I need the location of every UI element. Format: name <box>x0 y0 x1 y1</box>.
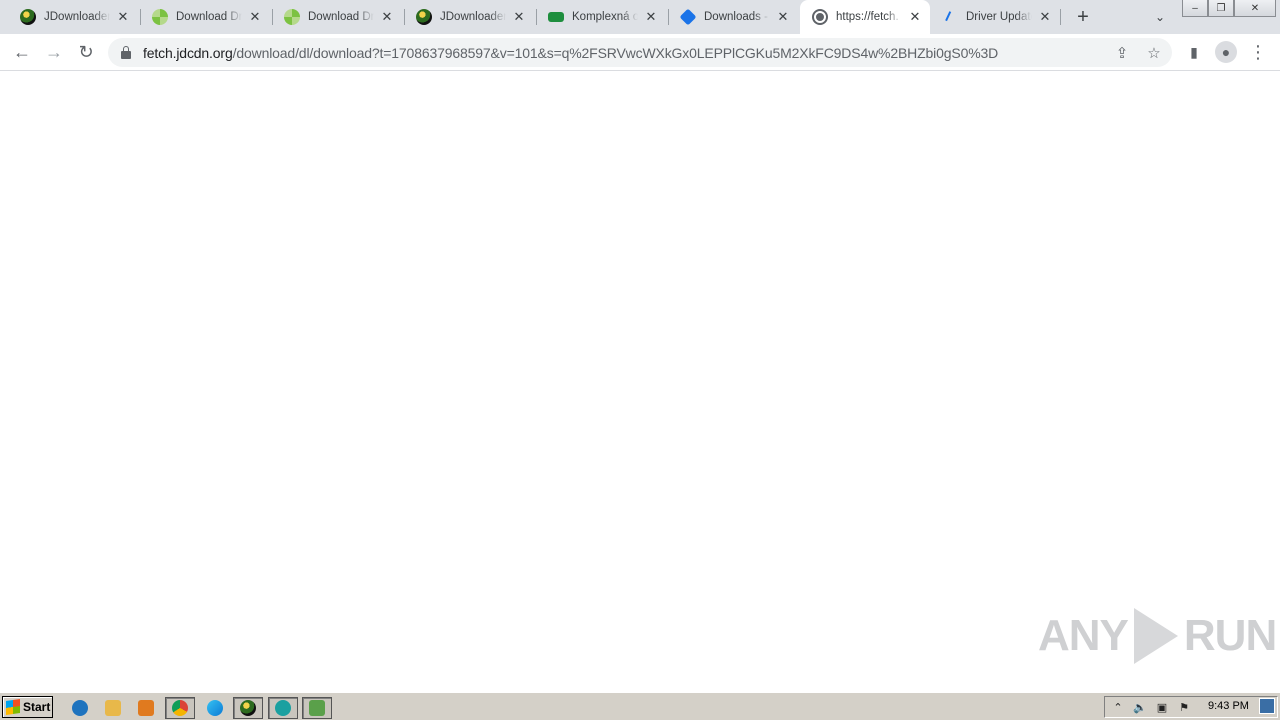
tab-strip: JDownloader ✕ Download Driv ✕ Download D… <box>0 0 1280 34</box>
forward-arrow-icon[interactable]: → <box>40 38 68 66</box>
url-text[interactable]: fetch.jdcdn.org/download/dl/download?t=1… <box>143 45 998 61</box>
close-icon[interactable]: ✕ <box>642 8 660 26</box>
close-icon[interactable]: ✕ <box>1036 8 1054 26</box>
edge-icon <box>207 700 223 716</box>
clock[interactable]: 9:43 PM <box>1208 700 1249 712</box>
url-host: fetch.jdcdn.org <box>143 44 233 61</box>
play-logo-icon <box>1133 608 1178 664</box>
network-icon[interactable]: ▣ <box>1153 699 1171 715</box>
jdownloader-task[interactable] <box>233 697 263 719</box>
tab-download-drivers-1[interactable]: Download Driv ✕ <box>140 0 270 34</box>
anyrun-watermark: ANY RUN <box>1038 608 1277 664</box>
volume-icon[interactable]: 🔈 <box>1131 699 1149 715</box>
ie-task-icon <box>275 700 291 716</box>
drivers-icon <box>152 9 168 25</box>
windows-logo-icon <box>6 699 20 715</box>
ie-task[interactable] <box>268 697 298 719</box>
taskbar: Start ⌃ 🔈 ▣ ⚑ 9:43 PM <box>0 692 1280 720</box>
chrome-icon <box>172 700 188 716</box>
show-hidden-icons-icon[interactable]: ⌃ <box>1109 699 1127 715</box>
watermark-right: RUN <box>1183 611 1277 660</box>
bookmark-star-icon[interactable]: ☆ <box>1142 41 1166 65</box>
lock-icon[interactable] <box>121 45 131 59</box>
tab-title: https://fetch. <box>836 11 899 23</box>
address-bar[interactable]: fetch.jdcdn.org/download/dl/download?t=1… <box>108 38 1172 67</box>
chrome-task[interactable] <box>165 697 195 719</box>
jdownloader-icon <box>416 9 432 25</box>
drivers-icon <box>284 9 300 25</box>
ie-quicklaunch[interactable] <box>69 697 91 719</box>
menu-kebab-icon[interactable]: ⋮ <box>1244 38 1272 66</box>
show-desktop-icon[interactable] <box>1259 698 1275 714</box>
tab-title: JDownloader <box>44 11 110 23</box>
edge-task[interactable] <box>204 697 226 719</box>
reload-icon[interactable]: ↻ <box>72 38 100 66</box>
url-path: /download/dl/download?t=1708637968597&v=… <box>232 44 999 61</box>
tab-title: Downloads - S <box>704 11 770 23</box>
tab-title: Komplexná oc <box>572 11 638 23</box>
explorer-quicklaunch[interactable] <box>102 697 124 719</box>
globe-icon <box>812 9 828 25</box>
restore-button[interactable]: ❐ <box>1208 0 1234 17</box>
close-icon[interactable]: ✕ <box>906 8 924 26</box>
profile-avatar-icon[interactable]: ● <box>1212 38 1240 66</box>
tab-jdownloader-2[interactable]: JDownloader ✕ <box>404 0 534 34</box>
tab-title: JDownloader <box>440 11 506 23</box>
close-icon[interactable]: ✕ <box>246 8 264 26</box>
tab-separator <box>1060 9 1061 25</box>
window-controls: – ❐ ✕ <box>1182 0 1276 18</box>
tab-driver-update[interactable]: Driver Update ✕ <box>930 0 1060 34</box>
tab-search-chevron-icon[interactable]: ⌄ <box>1150 7 1170 27</box>
jdownloader-icon <box>20 9 36 25</box>
minimize-button[interactable]: – <box>1182 0 1208 17</box>
browser-toolbar: ← → ↻ fetch.jdcdn.org/download/dl/downlo… <box>0 34 1280 71</box>
watermark-left: ANY <box>1038 611 1129 660</box>
tab-title: Driver Update <box>966 11 1032 23</box>
driver-update-icon <box>942 9 958 25</box>
explorer-folder-icon <box>105 700 121 716</box>
close-icon[interactable]: ✕ <box>114 8 132 26</box>
back-arrow-icon[interactable]: ← <box>8 38 36 66</box>
media-player-icon <box>138 700 154 716</box>
side-panel-icon[interactable]: ▮ <box>1180 38 1208 66</box>
start-button[interactable]: Start <box>2 696 53 718</box>
tab-jdownloader-1[interactable]: JDownloader ✕ <box>8 0 138 34</box>
installer-task-icon <box>309 700 325 716</box>
new-tab-button[interactable]: + <box>1072 6 1094 28</box>
installer-task[interactable] <box>302 697 332 719</box>
page-content: ANY RUN <box>0 71 1280 692</box>
ie-icon <box>72 700 88 716</box>
close-icon[interactable]: ✕ <box>774 8 792 26</box>
media-player-quicklaunch[interactable] <box>135 697 157 719</box>
window-close-button[interactable]: ✕ <box>1234 0 1276 17</box>
action-center-flag-icon[interactable]: ⚑ <box>1175 699 1193 715</box>
close-icon[interactable]: ✕ <box>510 8 528 26</box>
tab-fetch-active[interactable]: https://fetch. ✕ <box>800 0 930 34</box>
tab-title: Download Driv <box>308 11 374 23</box>
tab-download-drivers-2[interactable]: Download Driv ✕ <box>272 0 402 34</box>
downloads-icon <box>679 8 697 26</box>
jdownloader-task-icon <box>240 700 256 716</box>
share-icon[interactable]: ⇪ <box>1110 41 1134 65</box>
system-tray: ⌃ 🔈 ▣ ⚑ <box>1104 696 1278 718</box>
close-icon[interactable]: ✕ <box>378 8 396 26</box>
tab-downloads[interactable]: Downloads - S ✕ <box>668 0 798 34</box>
tab-komplexna[interactable]: Komplexná oc ✕ <box>536 0 666 34</box>
komplexna-icon <box>548 12 564 22</box>
tab-title: Download Driv <box>176 11 242 23</box>
start-label: Start <box>23 700 51 714</box>
avatar: ● <box>1215 41 1237 63</box>
